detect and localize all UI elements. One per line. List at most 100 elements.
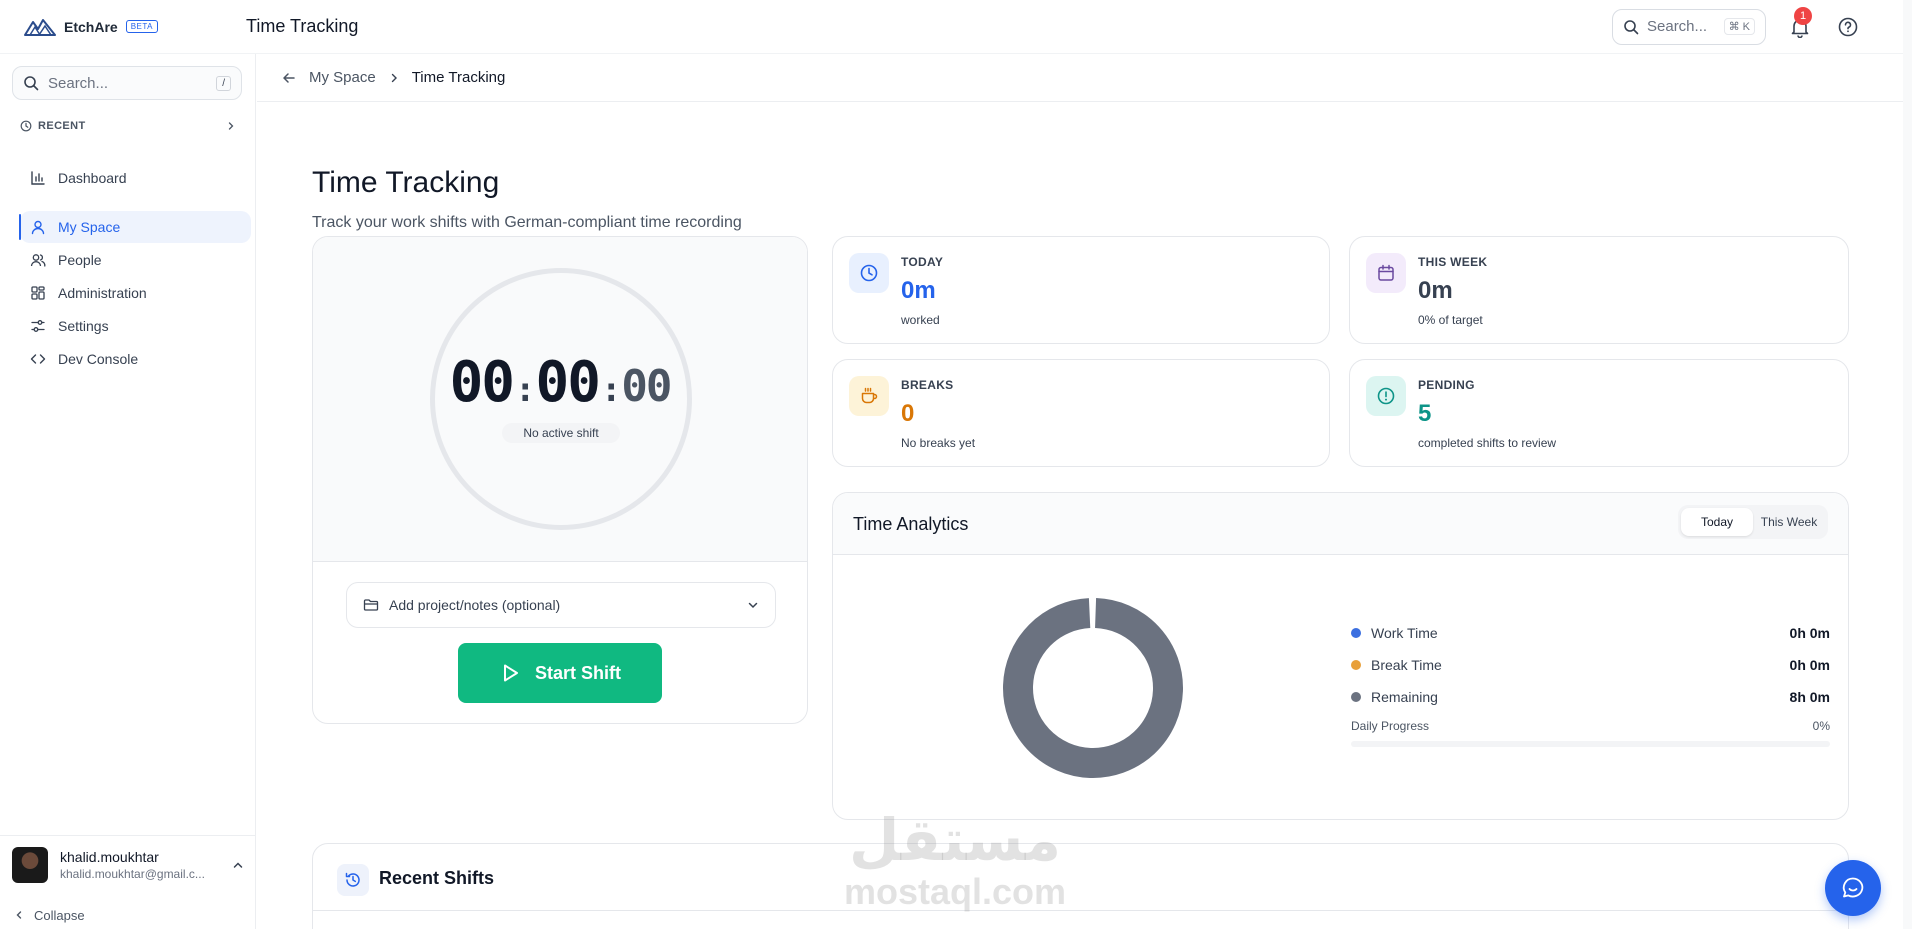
legend-row-break-time: Break Time 0h 0m — [1351, 649, 1830, 681]
timer-seconds: 00 — [621, 361, 672, 412]
page-scrollbar[interactable] — [1903, 0, 1912, 929]
sidebar-item-administration[interactable]: Administration — [20, 277, 250, 309]
page-subtitle: Track your work shifts with German-compl… — [312, 214, 742, 231]
stat-icon-wrap — [1366, 376, 1406, 416]
stat-sub: worked — [901, 313, 940, 327]
chevron-right-icon — [228, 122, 234, 130]
stat-sub: No breaks yet — [901, 436, 976, 450]
user-name: khalid.moukhtar — [60, 848, 159, 865]
timer-minutes: 00 — [535, 350, 601, 415]
recent-shifts-card: Recent Shifts — [312, 843, 1849, 929]
divider — [313, 910, 1848, 911]
stat-sub: completed shifts to review — [1418, 436, 1557, 450]
calendar-icon — [1378, 264, 1394, 281]
legend-row-work-time: Work Time 0h 0m — [1351, 617, 1830, 649]
legend-dot — [1351, 628, 1361, 638]
daily-progress-label: Daily Progress — [1351, 719, 1430, 733]
coffee-icon — [861, 387, 878, 404]
stat-card-this-week: THIS WEEK 0m 0% of target — [1349, 236, 1849, 344]
sidebar-item-settings[interactable]: Settings — [20, 310, 250, 342]
sidebar-search[interactable]: Search... / — [12, 66, 242, 100]
legend-dot — [1351, 692, 1361, 702]
stat-card-pending: PENDING 5 completed shifts to review — [1349, 359, 1849, 467]
chevron-left-icon — [16, 911, 22, 919]
tab-today[interactable]: Today — [1681, 508, 1753, 536]
global-search[interactable]: Search... ⌘ K — [1612, 8, 1766, 45]
sidebar-item-dashboard[interactable]: Dashboard — [20, 162, 250, 194]
start-shift-button[interactable]: Start Shift — [458, 643, 662, 703]
chevron-down-icon — [748, 602, 758, 609]
project-notes-placeholder: Add project/notes (optional) — [389, 597, 561, 613]
chart-bar-icon — [31, 171, 45, 185]
avatar — [12, 846, 48, 883]
breadcrumb-parent[interactable]: My Space — [309, 69, 376, 86]
time-donut-chart — [1003, 598, 1183, 778]
shift-status: No active shift — [502, 423, 620, 443]
timer-hours: 00 — [449, 350, 515, 415]
collapse-label: Collapse — [34, 907, 85, 923]
stat-card-breaks: BREAKS 0 No breaks yet — [832, 359, 1330, 467]
sidebar-search-placeholder: Search... — [48, 74, 109, 92]
watermark-arabic: مستقل — [848, 806, 1062, 874]
arrow-left-icon[interactable] — [281, 70, 297, 86]
topbar-title: Time Tracking — [246, 16, 359, 36]
legend-value: 0h 0m — [1789, 657, 1830, 673]
alert-circle-icon — [1377, 387, 1395, 405]
daily-progress-row: Daily Progress 0% — [1351, 715, 1830, 737]
help-button[interactable] — [1834, 13, 1862, 41]
user-menu[interactable]: khalid.moukhtar khalid.moukhtar@gmail.c.… — [0, 835, 256, 893]
sidebar-item-label: Dashboard — [58, 170, 127, 186]
stat-icon-wrap — [1366, 253, 1406, 293]
breadcrumb-current: Time Tracking — [411, 69, 506, 86]
daily-progress-bar — [1351, 741, 1830, 747]
sidebar: Search... / RECENT Dashboard My Space Pe… — [0, 54, 256, 929]
recent-section-toggle[interactable]: RECENT — [20, 120, 236, 132]
time-analytics-title: Time Analytics — [853, 514, 969, 534]
project-notes-select[interactable]: Add project/notes (optional) — [346, 582, 776, 628]
daily-progress-value: 0% — [1812, 719, 1830, 733]
legend-label: Remaining — [1371, 689, 1438, 705]
watermark-latin: mostaql.com — [843, 871, 1067, 912]
mountain-logo-icon — [24, 18, 56, 36]
code-icon — [30, 354, 46, 364]
time-analytics-card: Time Analytics Today This Week Work Time… — [832, 492, 1849, 820]
sliders-icon — [31, 320, 45, 332]
recent-shifts-title: Recent Shifts — [379, 868, 495, 888]
breadcrumb: My Space Time Tracking — [257, 54, 1912, 102]
tab-this-week[interactable]: This Week — [1753, 508, 1825, 536]
chat-support-button[interactable] — [1825, 860, 1881, 916]
legend-value: 0h 0m — [1789, 625, 1830, 641]
brand[interactable]: EtchAre BETA — [24, 18, 222, 36]
stat-value: 0m — [1418, 277, 1453, 304]
legend-row-remaining: Remaining 8h 0m — [1351, 681, 1830, 713]
stat-label: TODAY — [901, 255, 944, 269]
stat-label: PENDING — [1418, 378, 1475, 392]
timer-digits: 00:00:00 — [313, 350, 807, 415]
notification-badge: 1 — [1794, 6, 1812, 25]
user-email: khalid.moukhtar@gmail.c... — [60, 866, 205, 881]
stat-label: THIS WEEK — [1418, 255, 1488, 269]
sidebar-item-label: People — [58, 252, 102, 268]
timer-display-area: 00:00:00 No active shift — [313, 237, 807, 562]
collapse-sidebar-button[interactable]: Collapse — [14, 901, 85, 929]
timer-card: 00:00:00 No active shift Add project/not… — [312, 236, 808, 724]
user-icon — [31, 220, 45, 235]
analytics-range-toggle: Today This Week — [1678, 505, 1828, 539]
search-icon — [24, 76, 39, 91]
history-icon — [345, 872, 360, 887]
watermark: مستقل mostaql.com — [840, 808, 1070, 912]
clock-icon — [20, 120, 32, 132]
clock-icon — [860, 264, 878, 282]
sidebar-item-my-space[interactable]: My Space — [19, 211, 251, 243]
sidebar-search-shortcut: / — [216, 75, 231, 91]
sidebar-item-dev-console[interactable]: Dev Console — [20, 343, 250, 375]
notifications-button[interactable]: 1 — [1786, 6, 1814, 41]
time-legend: Work Time 0h 0m Break Time 0h 0m Remaini… — [1351, 617, 1830, 747]
folder-icon — [363, 599, 379, 611]
stat-card-today: TODAY 0m worked — [832, 236, 1330, 344]
chat-bubble-icon — [1842, 877, 1864, 898]
global-search-placeholder: Search... — [1647, 18, 1708, 35]
sidebar-item-people[interactable]: People — [20, 244, 250, 276]
sidebar-item-label: My Space — [58, 219, 121, 235]
donut-remaining-segment — [1003, 598, 1183, 778]
